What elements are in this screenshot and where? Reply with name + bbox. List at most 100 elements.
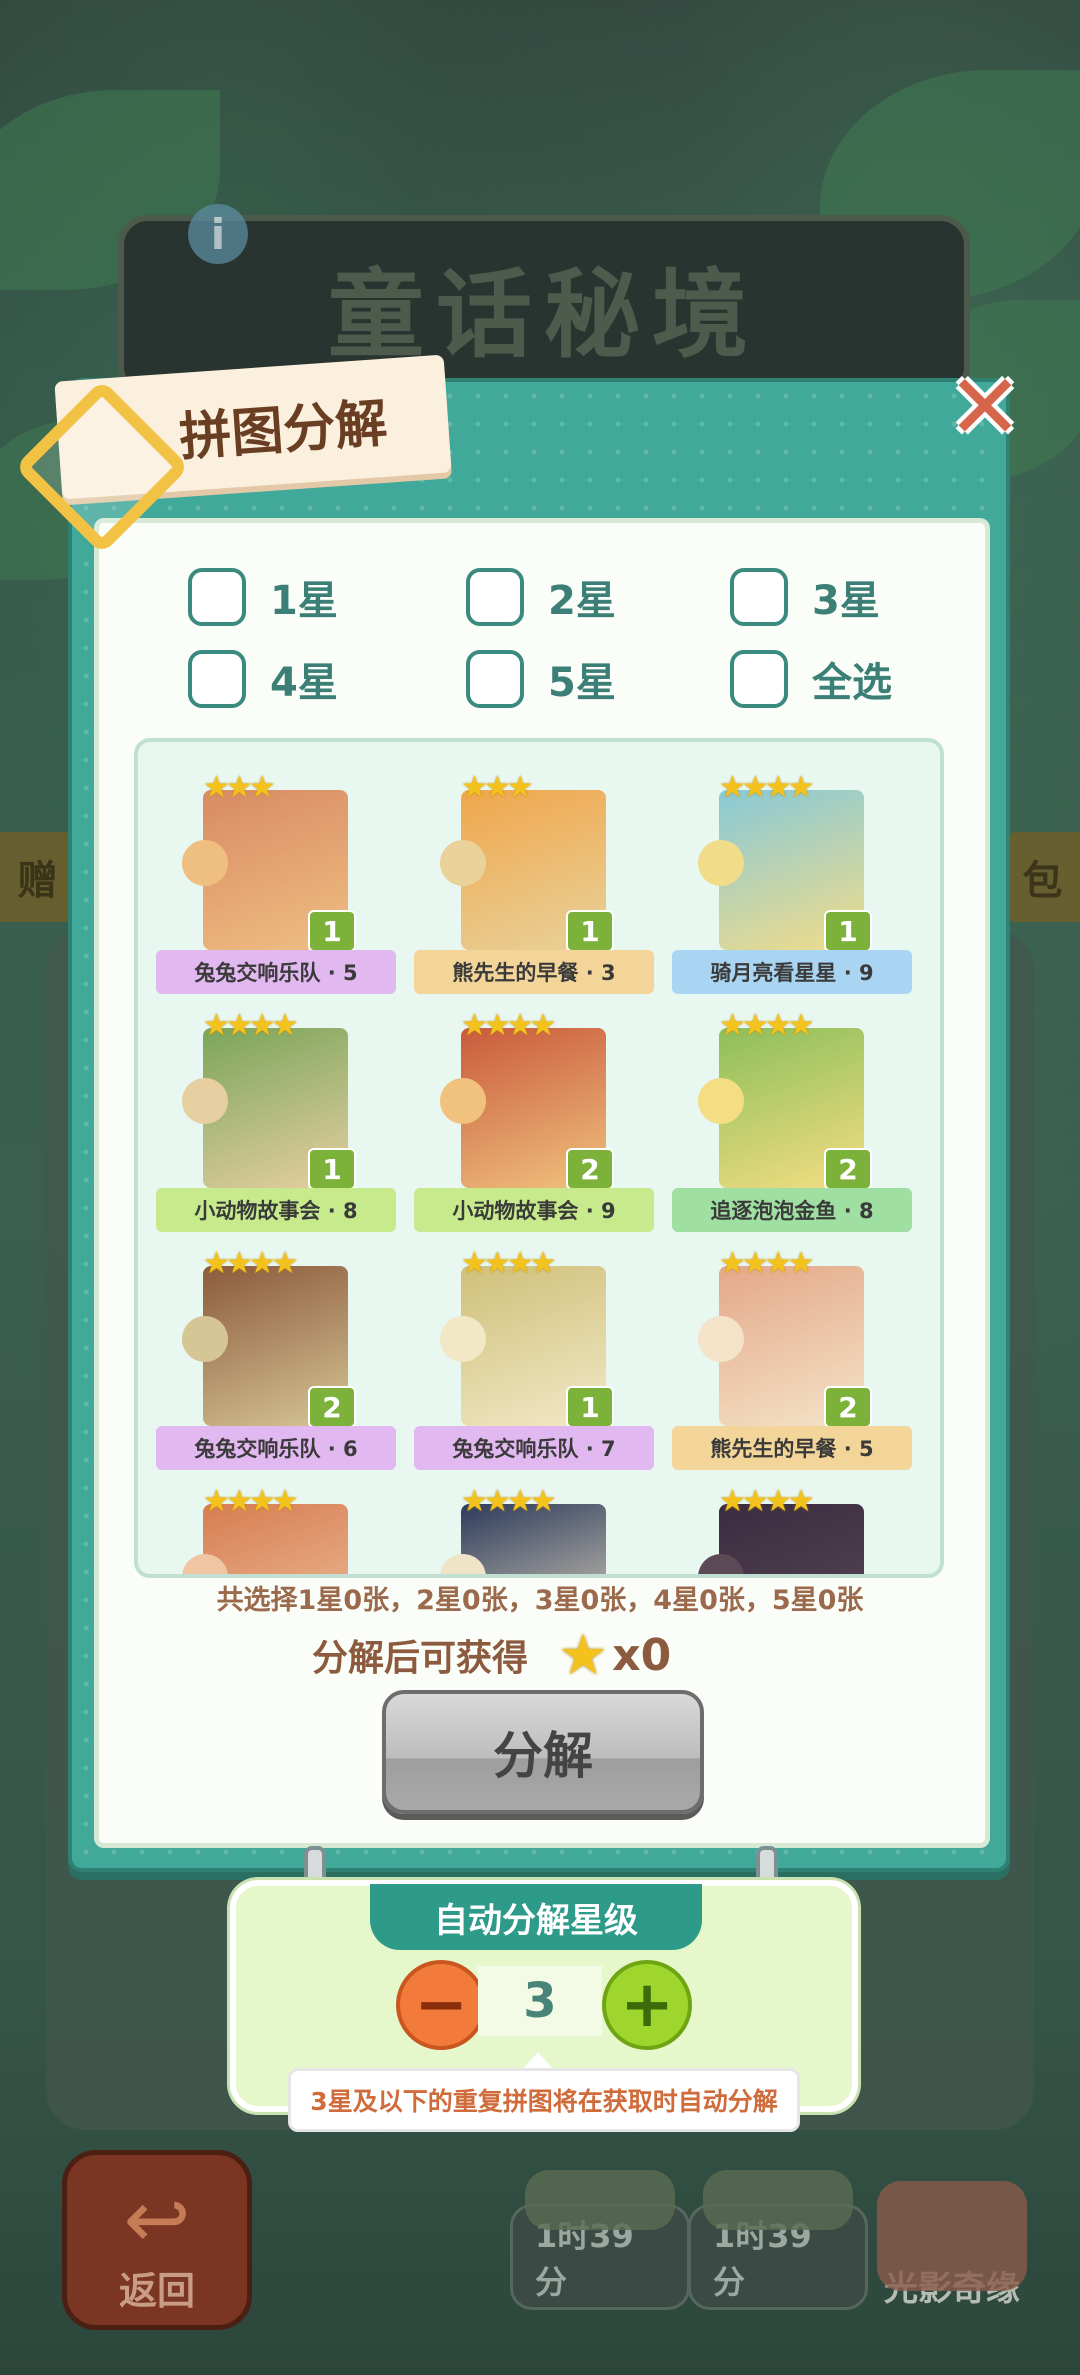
puzzle-piece[interactable]: ★★★★ <box>674 1484 864 1574</box>
back-arrow-icon: ↩ <box>123 2173 191 2266</box>
modal-title: 拼图分解 <box>177 393 390 468</box>
checkbox-box[interactable] <box>730 568 788 626</box>
bottom-item-3[interactable]: 光影奇缘 <box>862 2170 1042 2310</box>
checkbox-5star[interactable]: 5星 <box>466 650 616 708</box>
puzzle-piece[interactable]: ★★★★ 2 小动物故事会 · 9 <box>414 1008 654 1232</box>
piece-name-ribbon: 兔兔交响乐队 · 7 <box>414 1426 654 1470</box>
puzzle-grid[interactable]: ★★★ 1 兔兔交响乐队 · 5 ★★★ 1 熊先生的早餐 · 3 ★★★★ 1 骑月亮看星星 … <box>134 738 944 1578</box>
piece-count-badge: 1 <box>308 1148 356 1190</box>
piece-count-badge: 1 <box>308 910 356 952</box>
piece-name-ribbon: 熊先生的早餐 · 5 <box>672 1426 912 1470</box>
minus-button[interactable]: − <box>396 1960 486 2050</box>
auto-decompose-title: 自动分解星级 <box>434 1900 638 1941</box>
bottom-item-1[interactable]: 1时39分 <box>510 2170 690 2310</box>
checkbox-1star[interactable]: 1星 <box>188 568 338 626</box>
checkbox-box[interactable] <box>188 650 246 708</box>
auto-hint-text: 3星及以下的重复拼图将在获取时自动分解 <box>310 2087 778 2116</box>
puzzle-knob <box>698 1316 744 1362</box>
game-title: 童话秘境 <box>328 258 760 371</box>
checkbox-box[interactable] <box>466 650 524 708</box>
checkbox-label: 4星 <box>270 660 338 706</box>
decompose-button-label: 分解 <box>493 1727 593 1785</box>
back-button-label: 返回 <box>118 2269 195 2313</box>
side-tag-right-label: 包 <box>1022 858 1063 904</box>
decompose-button[interactable]: 分解 <box>382 1690 704 1814</box>
plus-icon: + <box>620 1968 674 2042</box>
puzzle-knob <box>440 1078 486 1124</box>
piece-stars: ★★★★ <box>719 1484 815 1519</box>
checkbox-label: 5星 <box>548 660 616 706</box>
puzzle-gift-icon <box>525 2170 675 2230</box>
level-value: 3 <box>523 1973 557 2029</box>
puzzle-piece[interactable]: ★★★★ 2 追逐泡泡金鱼 · 8 <box>672 1008 912 1232</box>
piece-count-badge: 2 <box>824 1148 872 1190</box>
piece-name-ribbon: 小动物故事会 · 9 <box>414 1188 654 1232</box>
piece-stars: ★★★★ <box>719 770 815 805</box>
gain-label: 分解后可获得 <box>312 1638 529 1679</box>
checkbox-box[interactable] <box>188 568 246 626</box>
puzzle-piece[interactable]: ★★★ 1 熊先生的早餐 · 3 <box>414 770 654 994</box>
gain-row: 分解后可获得 ★ x0 <box>312 1620 671 1690</box>
checkbox-label: 全选 <box>812 660 892 706</box>
piece-stars: ★★★★ <box>461 1008 557 1043</box>
piece-count-badge: 2 <box>566 1148 614 1190</box>
piece-count-badge: 1 <box>566 1386 614 1428</box>
puzzle-piece[interactable]: ★★★★ 2 兔兔交响乐队 · 6 <box>156 1246 396 1470</box>
plus-button[interactable]: + <box>602 1960 692 2050</box>
piece-name-ribbon: 追逐泡泡金鱼 · 8 <box>672 1188 912 1232</box>
info-icon[interactable]: i <box>188 204 248 264</box>
piece-stars: ★★★★ <box>719 1008 815 1043</box>
puzzle-piece[interactable]: ★★★★ <box>158 1484 348 1574</box>
side-tag-left[interactable]: 赠 <box>0 832 75 922</box>
puzzle-knob <box>182 840 228 886</box>
minus-icon: − <box>414 1968 468 2042</box>
piece-name-ribbon: 兔兔交响乐队 · 5 <box>156 950 396 994</box>
puzzle-piece[interactable]: ★★★★ 2 熊先生的早餐 · 5 <box>672 1246 912 1470</box>
puzzle-piece[interactable]: ★★★ 1 兔兔交响乐队 · 5 <box>156 770 396 994</box>
treasure-chest-icon <box>703 2170 853 2230</box>
back-button[interactable]: ↩ 返回 <box>62 2150 252 2330</box>
puzzle-piece[interactable]: ★★★★ 1 骑月亮看星星 · 9 <box>672 770 912 994</box>
checkbox-4star[interactable]: 4星 <box>188 650 338 708</box>
piece-stars: ★★★★ <box>461 1246 557 1281</box>
checkbox-select-all[interactable]: 全选 <box>730 650 892 708</box>
checkbox-box[interactable] <box>730 650 788 708</box>
checkbox-3star[interactable]: 3星 <box>730 568 880 626</box>
piece-name-ribbon: 兔兔交响乐队 · 6 <box>156 1426 396 1470</box>
gain-value: x0 <box>612 1629 672 1681</box>
puzzle-knob <box>182 1316 228 1362</box>
side-tag-left-label: 赠 <box>17 858 58 904</box>
piece-name-ribbon: 熊先生的早餐 · 3 <box>414 950 654 994</box>
checkbox-label: 2星 <box>548 578 616 624</box>
piece-name-ribbon: 小动物故事会 · 8 <box>156 1188 396 1232</box>
puzzle-piece[interactable]: ★★★★ <box>416 1484 606 1574</box>
bottom-item-2[interactable]: 1时39分 <box>688 2170 868 2310</box>
star-icon: ★ <box>558 1622 609 1688</box>
piece-count-badge: 2 <box>308 1386 356 1428</box>
side-tag-right[interactable]: 包 <box>1005 832 1080 922</box>
piece-stars: ★★★★ <box>461 1484 557 1519</box>
piece-stars: ★★★★ <box>719 1246 815 1281</box>
puzzle-knob <box>698 840 744 886</box>
piece-count-badge: 1 <box>824 910 872 952</box>
auto-decompose-title-tab: 自动分解星级 <box>370 1884 702 1950</box>
checkbox-label: 3星 <box>812 578 880 624</box>
checkbox-label: 1星 <box>270 578 338 624</box>
puzzle-knob <box>440 840 486 886</box>
piece-stars: ★★★ <box>203 770 276 805</box>
auto-hint-tooltip: 3星及以下的重复拼图将在获取时自动分解 <box>288 2068 800 2132</box>
character-icon <box>877 2181 1027 2291</box>
piece-stars: ★★★★ <box>203 1246 299 1281</box>
close-button[interactable]: ✕ <box>945 363 1025 453</box>
puzzle-piece[interactable]: ★★★★ 1 兔兔交响乐队 · 7 <box>414 1246 654 1470</box>
piece-stars: ★★★ <box>461 770 534 805</box>
checkbox-2star[interactable]: 2星 <box>466 568 616 626</box>
piece-count-badge: 1 <box>566 910 614 952</box>
checkbox-box[interactable] <box>466 568 524 626</box>
piece-stars: ★★★★ <box>203 1484 299 1519</box>
piece-name-ribbon: 骑月亮看星星 · 9 <box>672 950 912 994</box>
puzzle-knob <box>182 1078 228 1124</box>
piece-count-badge: 2 <box>824 1386 872 1428</box>
piece-stars: ★★★★ <box>203 1008 299 1043</box>
puzzle-piece[interactable]: ★★★★ 1 小动物故事会 · 8 <box>156 1008 396 1232</box>
